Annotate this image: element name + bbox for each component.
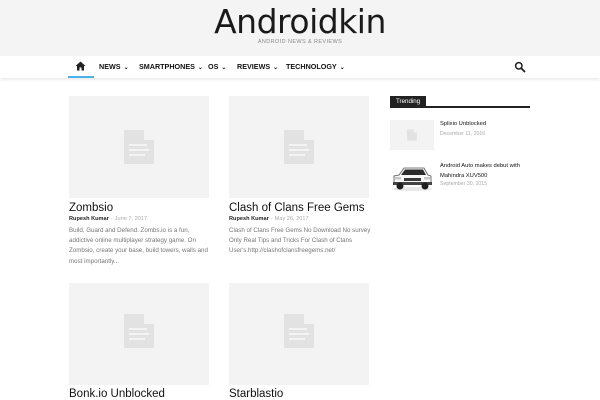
nav-item-technology[interactable]: TECHNOLOGY ⌄ bbox=[286, 56, 345, 78]
chevron-down-icon: ⌄ bbox=[339, 64, 345, 71]
site-header: Androidkin ANDROID NEWS & REVIEWS bbox=[0, 0, 600, 56]
post-thumbnail[interactable] bbox=[229, 283, 369, 385]
search-icon[interactable] bbox=[514, 61, 526, 73]
post-date: June 7, 2017 bbox=[114, 216, 148, 222]
nav-item-os[interactable]: OS ⌄ bbox=[208, 56, 226, 78]
post-thumbnail[interactable] bbox=[229, 96, 369, 198]
post-title[interactable]: Clash of Clans Free Gems bbox=[229, 202, 365, 214]
trending-item-title[interactable]: Android Auto makes debut with Mahindra X… bbox=[440, 162, 530, 181]
nav-home[interactable] bbox=[68, 56, 94, 78]
post-title[interactable]: Zombsio bbox=[69, 202, 113, 214]
post-excerpt: Clash of Clans Free Gems No Download No … bbox=[229, 227, 371, 255]
trending-label: Trending bbox=[390, 96, 427, 108]
post-title[interactable]: Starblastio bbox=[229, 388, 283, 400]
chevron-down-icon: ⌄ bbox=[197, 64, 203, 71]
nav-item-reviews[interactable]: REVIEWS ⌄ bbox=[237, 56, 278, 78]
trending-thumbnail[interactable] bbox=[390, 162, 434, 192]
post-thumbnail[interactable] bbox=[69, 96, 209, 198]
site-tagline: ANDROID NEWS & REVIEWS bbox=[257, 39, 343, 45]
document-icon bbox=[124, 130, 154, 164]
nav-item-smartphones[interactable]: SMARTPHONES ⌄ bbox=[139, 56, 203, 78]
home-icon bbox=[75, 61, 86, 71]
post-author[interactable]: Rupesh Kumar bbox=[229, 216, 269, 222]
trending-item-date: September 30, 2015 bbox=[440, 181, 488, 187]
chevron-down-icon: ⌄ bbox=[221, 64, 227, 71]
post-thumbnail[interactable] bbox=[69, 283, 209, 385]
post-author[interactable]: Rupesh Kumar bbox=[69, 216, 109, 222]
trending-thumbnail[interactable] bbox=[390, 120, 434, 150]
nav-item-news[interactable]: NEWS ⌄ bbox=[99, 56, 129, 78]
post-excerpt: Build, Guard and Defend. Zombs.io is a f… bbox=[69, 227, 208, 265]
main-nav: NEWS ⌄ SMARTPHONES ⌄ OS ⌄ REVIEWS ⌄ TECHNOLO… bbox=[0, 56, 600, 78]
document-icon bbox=[284, 130, 314, 164]
trending-item-title[interactable]: Splixio Unblocked bbox=[440, 120, 530, 130]
post-title[interactable]: Bonk.io Unblocked bbox=[69, 388, 165, 400]
post-meta: Rupesh Kumar - May 26, 2017 bbox=[229, 216, 309, 222]
post-date: May 26, 2017 bbox=[274, 216, 309, 222]
trending-item-date: December 11, 2016 bbox=[440, 131, 486, 137]
site-logo[interactable]: Androidkin bbox=[0, 2, 600, 42]
document-icon bbox=[284, 314, 314, 348]
post-meta: Rupesh Kumar - June 7, 2017 bbox=[69, 216, 148, 222]
document-icon bbox=[407, 129, 417, 141]
suv-car-image bbox=[390, 162, 434, 192]
chevron-down-icon: ⌄ bbox=[273, 64, 279, 71]
trending-header: Trending bbox=[390, 96, 530, 108]
document-icon bbox=[124, 314, 154, 348]
chevron-down-icon: ⌄ bbox=[123, 64, 129, 71]
